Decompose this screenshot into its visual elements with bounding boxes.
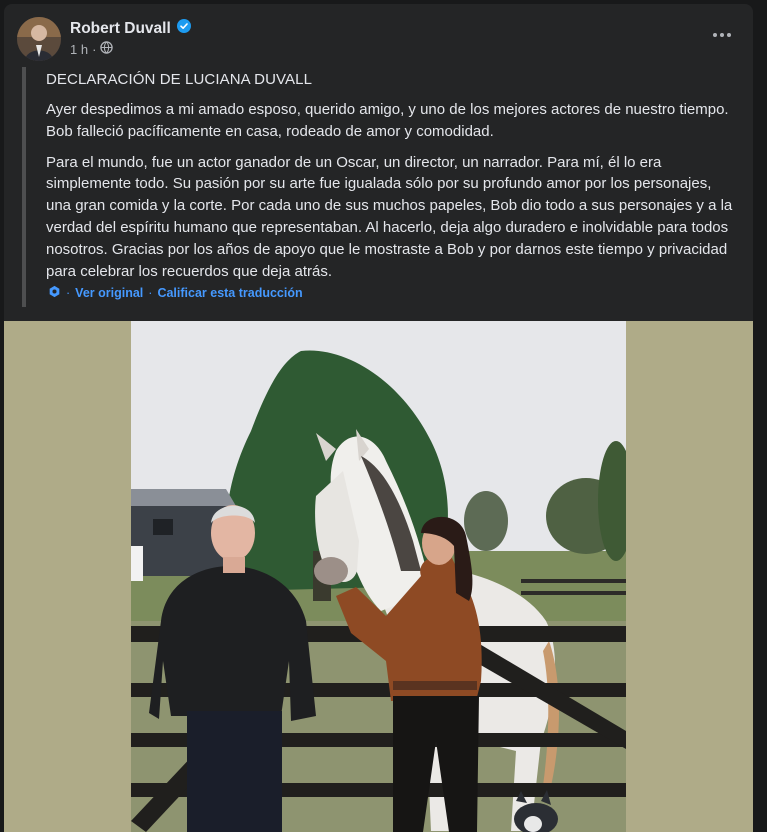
link-separator: · <box>66 286 71 300</box>
statement-title: DECLARACIÓN DE LUCIANA DUVALL <box>46 71 313 88</box>
post-photo[interactable] <box>131 321 626 832</box>
post-photo-container[interactable] <box>4 321 753 832</box>
rate-translation-link[interactable]: Calificar esta traducción <box>157 286 302 300</box>
globe-icon[interactable] <box>100 41 114 57</box>
verified-badge-icon <box>176 19 191 38</box>
post-timestamp[interactable]: 1 h <box>70 42 88 57</box>
author-avatar[interactable] <box>17 17 61 61</box>
more-options-icon[interactable] <box>709 26 735 44</box>
see-original-link[interactable]: Ver original <box>75 286 143 300</box>
author-row: Robert Duvall <box>70 19 191 38</box>
meta-separator: · <box>92 41 97 57</box>
post-card: Robert Duvall 1 h · DECLARACIÓN DE LUCIA… <box>4 4 753 832</box>
translate-icon <box>48 285 61 301</box>
post-text: DECLARACIÓN DE LUCIANA DUVALL Ayer despe… <box>22 67 737 307</box>
post-header: Robert Duvall 1 h · <box>4 4 753 66</box>
post-meta: 1 h · <box>70 41 114 57</box>
post-paragraph-2: Para el mundo, fue un actor ganador de u… <box>46 153 733 280</box>
translation-links: · Ver original · Calificar esta traducci… <box>48 285 303 301</box>
post-paragraph-1: Ayer despedimos a mi amado esposo, queri… <box>46 101 729 140</box>
link-separator: · <box>148 286 153 300</box>
author-name[interactable]: Robert Duvall <box>70 20 171 38</box>
